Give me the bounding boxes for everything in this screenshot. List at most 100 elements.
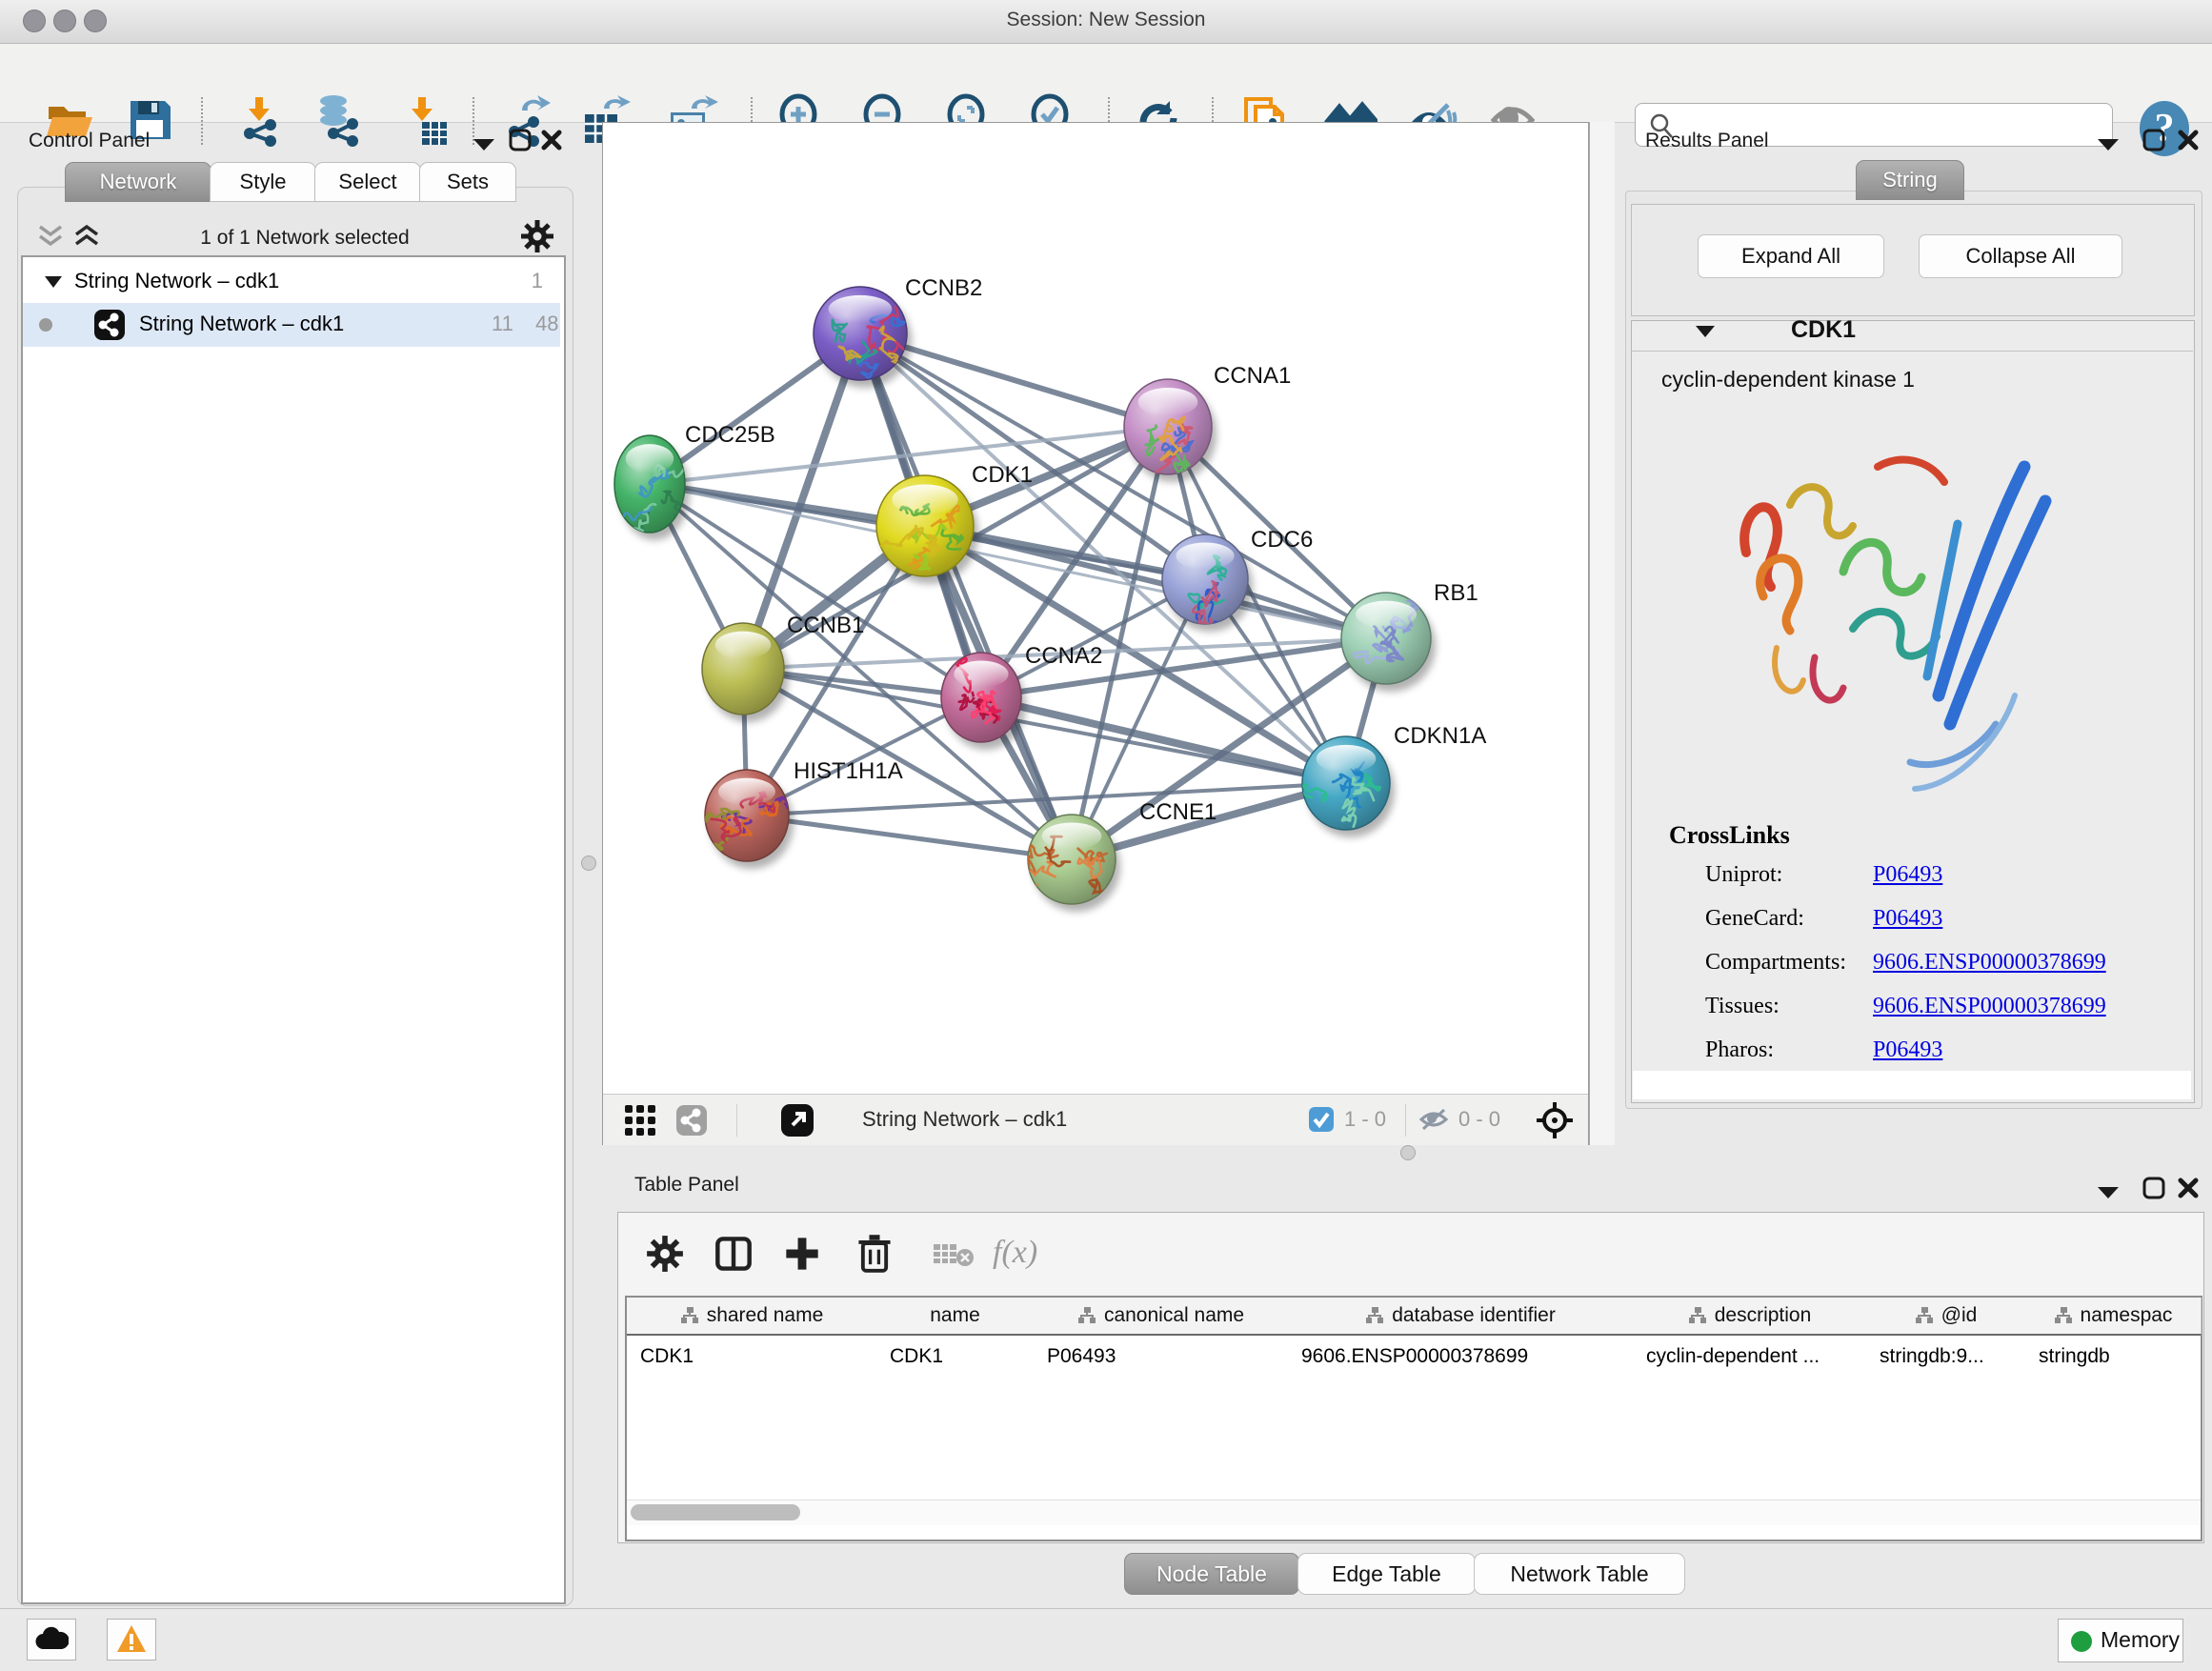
column-header-@id[interactable]: @id [1866, 1298, 2026, 1334]
memory-button[interactable]: Memory [2058, 1619, 2183, 1662]
crosslink-label: Tissues: [1705, 994, 1780, 1019]
network-node-CCNE1[interactable] [1024, 815, 1120, 912]
column-header-namespac[interactable]: namespac [2025, 1298, 2202, 1334]
close-panel-icon[interactable] [2176, 1176, 2201, 1200]
column-header-shared-name[interactable]: shared name [627, 1298, 877, 1334]
network-node-CCNA2[interactable] [941, 653, 1026, 750]
table-cell[interactable]: cyclin-dependent ... [1646, 1345, 1862, 1368]
crosslink-link[interactable]: 9606.ENSP00000378699 [1873, 994, 2106, 1019]
h-scrollbar-thumb[interactable] [631, 1504, 800, 1520]
crosshair-icon[interactable] [1535, 1100, 1575, 1140]
cloud-button[interactable] [27, 1619, 76, 1661]
crosslink-link[interactable]: 9606.ENSP00000378699 [1873, 950, 2106, 976]
tab-style[interactable]: Style [210, 162, 316, 202]
expand-all-icon[interactable] [72, 223, 101, 250]
bottom-splitter-handle[interactable] [1400, 1145, 1416, 1160]
collapse-all-button[interactable]: Collapse All [1919, 234, 2122, 278]
status-bar: Memory [0, 1608, 2212, 1671]
selected-checkbox-icon[interactable] [1308, 1106, 1335, 1133]
column-header-canonical-name[interactable]: canonical name [1034, 1298, 1289, 1334]
tab-string[interactable]: String [1856, 160, 1964, 200]
string-network-icon [93, 309, 126, 341]
crosslink-link[interactable]: P06493 [1873, 1037, 1942, 1063]
network-node-RB1[interactable] [1341, 593, 1436, 692]
toolbar-separator [201, 97, 203, 145]
network-view-name: String Network – cdk1 [862, 1107, 1067, 1132]
network-collection-row[interactable]: String Network – cdk1 1 [23, 261, 560, 303]
table-cell[interactable]: CDK1 [640, 1345, 873, 1368]
h-scrollbar-track[interactable] [627, 1500, 2201, 1525]
results-footer [1633, 1071, 2191, 1099]
tab-sets[interactable]: Sets [419, 162, 516, 202]
network-node-CDC25B[interactable] [613, 435, 690, 544]
section-collapse-icon[interactable] [1694, 324, 1717, 339]
network-node-label: CCNB1 [787, 613, 864, 638]
network-node-label: CCNA2 [1025, 643, 1102, 669]
network-node-HIST1H1A[interactable] [704, 770, 798, 869]
import-network-button[interactable] [232, 93, 286, 147]
crosslink-link[interactable]: P06493 [1873, 862, 1942, 888]
add-column-icon[interactable] [783, 1235, 821, 1273]
tab-network-table[interactable]: Network Table [1474, 1553, 1685, 1595]
close-panel-icon[interactable] [2176, 128, 2201, 152]
table-cell[interactable]: P06493 [1047, 1345, 1284, 1368]
crosslink-label: Pharos: [1705, 1037, 1774, 1063]
network-node-label: CCNA1 [1214, 363, 1291, 389]
detach-view-icon[interactable] [780, 1103, 814, 1137]
network-node-CCNB2[interactable] [814, 287, 912, 388]
warning-icon [116, 1623, 147, 1654]
show-columns-icon[interactable] [714, 1235, 753, 1273]
table-cell[interactable]: 9606.ENSP00000378699 [1301, 1345, 1629, 1368]
crosslink-label: Compartments: [1705, 950, 1846, 976]
table-cell[interactable]: stringdb [2039, 1345, 2197, 1368]
column-header-label: description [1715, 1304, 1812, 1327]
tab-select[interactable]: Select [314, 162, 421, 202]
gear-icon[interactable] [520, 219, 554, 253]
section-description: cyclin-dependent kinase 1 [1661, 367, 1915, 393]
warnings-button[interactable] [107, 1619, 156, 1661]
results-splitter[interactable] [1589, 122, 1615, 1145]
tab-edge-table[interactable]: Edge Table [1297, 1553, 1476, 1595]
collapse-panel-icon[interactable] [2096, 1184, 2121, 1199]
function-builder-icon: f(x) [993, 1235, 1037, 1271]
network-row[interactable]: String Network – cdk1 11 48 [23, 303, 560, 347]
column-header-database-identifier[interactable]: database identifier [1288, 1298, 1634, 1334]
tree-column-icon [1365, 1306, 1384, 1325]
network-edge[interactable] [747, 815, 1072, 859]
network-collection-label: String Network – cdk1 [74, 269, 279, 293]
table-cell[interactable]: CDK1 [890, 1345, 1030, 1368]
hidden-counter: 0 - 0 [1458, 1107, 1500, 1132]
column-header-description[interactable]: description [1633, 1298, 1867, 1334]
table-panel-title: Table Panel [634, 1174, 739, 1197]
network-view-mode-icon[interactable] [675, 1104, 708, 1137]
collapse-panel-icon[interactable] [472, 136, 496, 151]
grid-view-icon[interactable] [624, 1104, 656, 1137]
network-selected-count: 1 of 1 Network selected [124, 227, 486, 250]
delete-column-icon[interactable] [855, 1233, 894, 1273]
crosslink-link[interactable]: P06493 [1873, 906, 1942, 932]
tree-expand-icon[interactable] [44, 274, 63, 290]
import-network-database-button[interactable] [312, 93, 366, 147]
float-panel-icon[interactable] [2142, 128, 2166, 152]
float-panel-icon[interactable] [2142, 1176, 2166, 1200]
float-panel-icon[interactable] [508, 128, 533, 152]
hidden-eye-icon[interactable] [1418, 1106, 1449, 1133]
network-canvas[interactable]: CCNB2CCNA1CDC25BCDK1CDC6RB1CCNB1CCNA2CDK… [602, 122, 1589, 1094]
import-table-button[interactable] [397, 93, 451, 147]
toolbar-separator [1405, 1104, 1406, 1137]
expand-all-button[interactable]: Expand All [1698, 234, 1884, 278]
tab-network[interactable]: Network [65, 162, 211, 202]
table-row[interactable]: CDK1 CDK1 P06493 9606.ENSP00000378699 cyclin… [627, 1336, 2201, 1376]
tab-node-table[interactable]: Node Table [1124, 1553, 1299, 1595]
network-node-label: CCNE1 [1139, 799, 1217, 825]
network-row-label: String Network – cdk1 [139, 312, 344, 336]
table-gear-icon[interactable] [646, 1235, 684, 1273]
column-header-name[interactable]: name [876, 1298, 1035, 1334]
memory-label: Memory [2101, 1627, 2180, 1653]
table-cell[interactable]: stringdb:9... [1880, 1345, 2021, 1368]
collapse-panel-icon[interactable] [2096, 136, 2121, 151]
close-panel-icon[interactable] [539, 128, 564, 152]
left-splitter-handle[interactable] [581, 856, 596, 871]
network-node-CDK1[interactable] [876, 475, 978, 584]
collapse-all-icon[interactable] [36, 223, 65, 250]
